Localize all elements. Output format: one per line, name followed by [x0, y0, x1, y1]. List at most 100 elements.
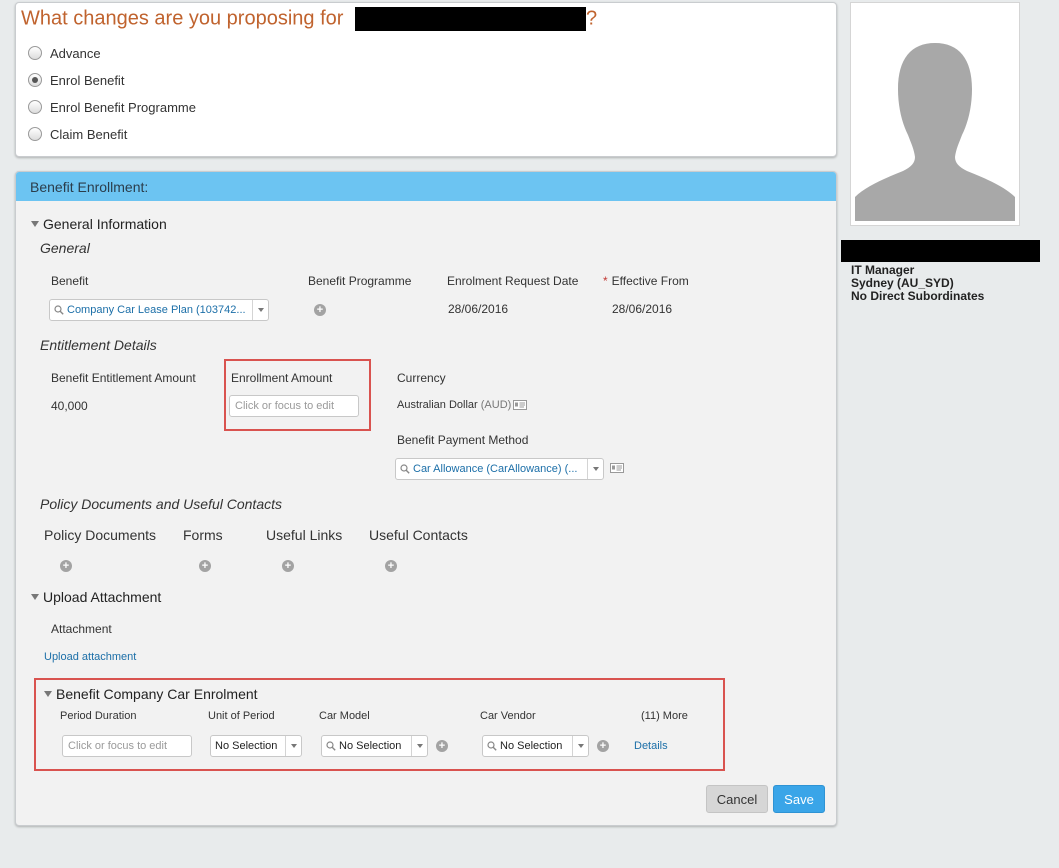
effective-from-text: Effective From: [611, 274, 689, 288]
policy-documents-heading: Policy Documents: [44, 527, 157, 543]
chevron-down-icon: [592, 467, 599, 471]
request-date-label: Enrolment Request Date: [447, 274, 579, 288]
radio-option-enrol-benefit-programme[interactable]: Enrol Benefit Programme: [28, 99, 196, 115]
payment-method-value: Car Allowance (CarAllowance) (...: [413, 463, 578, 475]
contact-card-icon[interactable]: [513, 400, 527, 410]
subsection-general: General: [40, 240, 90, 256]
caret-down-icon[interactable]: [31, 594, 39, 600]
radio-option-enrol-benefit[interactable]: Enrol Benefit: [28, 72, 124, 88]
period-duration-label: Period Duration: [60, 710, 137, 722]
useful-contacts-heading: Useful Contacts: [369, 527, 468, 543]
car-vendor-picker[interactable]: No Selection: [482, 735, 589, 757]
unit-of-period-select[interactable]: No Selection: [210, 735, 302, 757]
currency-code: (AUD): [480, 399, 512, 411]
chevron-down-icon: [257, 308, 264, 312]
proposal-title-suffix: ?: [585, 7, 598, 30]
enrollment-amount-input[interactable]: Click or focus to edit: [229, 395, 359, 417]
dropdown-arrow[interactable]: [252, 300, 268, 320]
attachment-label: Attachment: [51, 622, 112, 636]
benefit-enrollment-panel: Benefit Enrollment: General Information …: [15, 171, 837, 826]
entitlement-amount-value: 40,000: [51, 399, 88, 413]
request-date-value: 28/06/2016: [448, 302, 509, 316]
radio-button[interactable]: [28, 127, 42, 141]
payment-method-picker[interactable]: Car Allowance (CarAllowance) (...: [395, 458, 604, 480]
currency-name: Australian Dollar: [397, 399, 478, 411]
magnifier-icon: [54, 305, 64, 315]
benefit-value: Company Car Lease Plan (103742...: [67, 304, 246, 316]
car-vendor-label: Car Vendor: [480, 710, 536, 722]
add-useful-contact-icon[interactable]: +: [385, 560, 397, 572]
currency-label: Currency: [397, 371, 446, 385]
radio-button[interactable]: [28, 46, 42, 60]
section-title: Upload Attachment: [43, 589, 162, 605]
add-form-icon[interactable]: +: [199, 560, 211, 572]
proposal-title: What changes are you proposing for ?: [21, 7, 597, 31]
section-benefit-company-car-enrolment[interactable]: Benefit Company Car Enrolment: [44, 686, 258, 702]
radio-label: Enrol Benefit: [50, 72, 125, 88]
add-car-model-icon[interactable]: +: [436, 740, 448, 752]
save-button[interactable]: Save: [773, 785, 825, 813]
unit-of-period-value: No Selection: [215, 740, 278, 752]
forms-heading: Forms: [183, 527, 223, 543]
payment-method-label: Benefit Payment Method: [397, 433, 529, 447]
radio-button[interactable]: [28, 100, 42, 114]
section-general-information[interactable]: General Information: [31, 216, 167, 232]
details-link[interactable]: Details: [634, 740, 668, 752]
radio-label: Advance: [50, 45, 101, 61]
caret-down-icon[interactable]: [44, 691, 52, 697]
radio-label: Enrol Benefit Programme: [50, 99, 196, 115]
entitlement-amount-label: Benefit Entitlement Amount: [51, 371, 196, 385]
add-car-vendor-icon[interactable]: +: [597, 740, 609, 752]
required-marker: *: [603, 274, 608, 288]
dropdown-arrow[interactable]: [285, 736, 301, 756]
useful-links-heading: Useful Links: [266, 527, 343, 543]
redacted-profile-name: [841, 240, 1040, 262]
upload-attachment-link[interactable]: Upload attachment: [44, 651, 136, 663]
magnifier-icon: [326, 741, 336, 751]
profile-photo-frame: [850, 2, 1020, 226]
dropdown-arrow[interactable]: [572, 736, 588, 756]
section-upload-attachment[interactable]: Upload Attachment: [31, 589, 161, 605]
cancel-button[interactable]: Cancel: [706, 785, 768, 813]
subsection-entitlement-details: Entitlement Details: [40, 337, 157, 353]
benefit-programme-label: Benefit Programme: [308, 274, 412, 288]
profile-location: Sydney (AU_SYD): [851, 276, 954, 290]
caret-down-icon[interactable]: [31, 221, 39, 227]
redacted-employee-name: [354, 7, 586, 31]
car-vendor-value: No Selection: [500, 740, 563, 752]
chevron-down-icon: [416, 744, 423, 748]
more-columns-label: (11) More: [641, 710, 688, 722]
car-model-picker[interactable]: No Selection: [321, 735, 428, 757]
enrollment-amount-label: Enrollment Amount: [231, 371, 333, 385]
dropdown-arrow[interactable]: [587, 459, 603, 479]
contact-card-icon[interactable]: [610, 463, 624, 473]
dropdown-arrow[interactable]: [411, 736, 427, 756]
currency-value: Australian Dollar (AUD): [397, 399, 511, 411]
panel-header: Benefit Enrollment:: [16, 172, 836, 201]
benefit-picker[interactable]: Company Car Lease Plan (103742...: [49, 299, 269, 321]
plus-circle-icon[interactable]: +: [314, 304, 326, 316]
profile-role: IT Manager: [851, 263, 915, 277]
effective-from-label: * Effective From: [603, 274, 689, 288]
period-duration-input[interactable]: Click or focus to edit: [62, 735, 192, 757]
radio-option-advance[interactable]: Advance: [28, 45, 101, 61]
radio-button-selected[interactable]: [28, 73, 42, 87]
radio-label: Claim Benefit: [50, 126, 128, 142]
subsection-policy-documents: Policy Documents and Useful Contacts: [40, 496, 282, 512]
magnifier-icon: [400, 464, 410, 474]
proposal-title-prefix: What changes are you proposing for: [21, 7, 344, 30]
unit-of-period-label: Unit of Period: [208, 710, 275, 722]
magnifier-icon: [487, 741, 497, 751]
profile-subordinates: No Direct Subordinates: [851, 289, 985, 303]
car-model-label: Car Model: [319, 710, 370, 722]
chevron-down-icon: [577, 744, 584, 748]
car-model-value: No Selection: [339, 740, 402, 752]
proposal-card: What changes are you proposing for ? Adv…: [15, 2, 837, 157]
radio-option-claim-benefit[interactable]: Claim Benefit: [28, 126, 127, 142]
benefit-label: Benefit: [51, 274, 89, 288]
section-title: Benefit Company Car Enrolment: [56, 686, 258, 702]
chevron-down-icon: [290, 744, 297, 748]
add-useful-link-icon[interactable]: +: [282, 560, 294, 572]
add-policy-document-icon[interactable]: +: [60, 560, 72, 572]
person-silhouette-icon: [855, 43, 1015, 221]
